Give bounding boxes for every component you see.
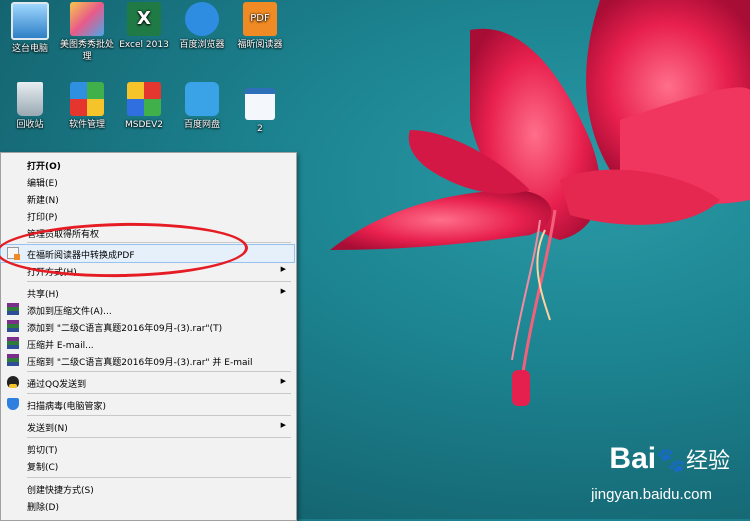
baidu-watermark: Bai🐾经验 (609, 442, 730, 476)
menu-item-print[interactable]: 打印(P) (1, 207, 294, 224)
menu-item-label: 打印(P) (27, 213, 58, 223)
desktop-icon-foxit[interactable]: PDF 福昕阅读器 (230, 2, 290, 51)
desktop-icon-msdev[interactable]: MSDEV2 (114, 82, 174, 131)
menu-item-send-qq[interactable]: 通过QQ发送到 ▶ (1, 374, 294, 391)
desktop-icon-recycle-bin[interactable]: 回收站 (0, 82, 60, 131)
menu-item-edit[interactable]: 编辑(E) (1, 173, 294, 190)
menu-separator (27, 477, 291, 478)
menu-item-scan-virus[interactable]: 扫描病毒(电脑管家) (1, 396, 294, 413)
menu-item-label: 复制(C) (27, 463, 59, 473)
menu-item-label: 压缩并 E-mail... (27, 341, 94, 351)
paw-icon: 🐾 (656, 447, 686, 474)
submenu-arrow-icon: ▶ (280, 287, 286, 295)
shield-icon (7, 398, 19, 410)
menu-item-delete[interactable]: 删除(D) (1, 497, 294, 514)
menu-item-new[interactable]: 新建(N) (1, 190, 294, 207)
context-menu: 打开(O) 编辑(E) 新建(N) 打印(P) 管理员取得所有权 在福昕阅读器中… (0, 152, 297, 521)
menu-item-label: 共享(H) (27, 290, 59, 300)
menu-item-label: 通过QQ发送到 (27, 380, 87, 390)
recycle-bin-icon (17, 82, 43, 116)
document-icon (245, 88, 275, 120)
menu-item-label: 压缩到 "二级C语言真题2016年09月-(3).rar" 并 E-mail (27, 358, 253, 368)
software-manager-icon (70, 82, 104, 116)
menu-item-label: 添加到 "二级C语言真题2016年09月-(3).rar"(T) (27, 324, 223, 334)
winrar-icon (7, 303, 19, 315)
meitu-icon (70, 2, 104, 36)
winrar-icon (7, 320, 19, 332)
watermark-brand: Bai (609, 442, 657, 475)
menu-item-label: 编辑(E) (27, 179, 58, 189)
menu-item-add-archive[interactable]: 添加到压缩文件(A)... (1, 301, 294, 318)
menu-item-label: 发送到(N) (27, 424, 68, 434)
menu-separator (27, 415, 291, 416)
foxit-reader-icon: PDF (243, 2, 277, 36)
menu-item-add-to-rar[interactable]: 添加到 "二级C语言真题2016年09月-(3).rar"(T) (1, 318, 294, 335)
menu-item-label: 创建快捷方式(S) (27, 486, 94, 496)
menu-item-share[interactable]: 共享(H) ▶ (1, 284, 294, 301)
menu-item-compress-email[interactable]: 压缩并 E-mail... (1, 335, 294, 352)
submenu-arrow-icon: ▶ (280, 377, 286, 385)
menu-item-cut[interactable]: 剪切(T) (1, 440, 294, 457)
watermark-url: jingyan.baidu.com (591, 486, 712, 503)
winrar-icon (7, 354, 19, 366)
excel-icon: X (127, 2, 161, 36)
watermark-brand-2: 经验 (685, 448, 730, 473)
menu-item-label: 删除(D) (27, 503, 59, 513)
menu-item-label: 新建(N) (27, 196, 59, 206)
menu-separator (27, 393, 291, 394)
desktop-icon-meitu[interactable]: 美图秀秀批处理 (57, 2, 117, 63)
desktop-icon-excel[interactable]: X Excel 2013 (114, 2, 174, 51)
winrar-icon (7, 337, 19, 349)
menu-item-create-shortcut[interactable]: 创建快捷方式(S) (1, 480, 294, 497)
menu-separator (27, 371, 291, 372)
menu-item-send-to[interactable]: 发送到(N) ▶ (1, 418, 294, 435)
qq-penguin-icon (7, 376, 19, 388)
desktop-icon-this-pc[interactable]: 这台电脑 (0, 2, 60, 55)
menu-item-label: 扫描病毒(电脑管家) (27, 402, 107, 412)
msdev-icon (127, 82, 161, 116)
menu-item-label: 剪切(T) (27, 446, 58, 456)
menu-separator (27, 281, 291, 282)
computer-icon (11, 2, 49, 40)
menu-item-open[interactable]: 打开(O) (1, 156, 294, 173)
desktop-icon-baidu-netdisk[interactable]: 百度网盘 (172, 82, 232, 131)
menu-item-label: 添加到压缩文件(A)... (27, 307, 112, 317)
desktop-icon-document-2[interactable]: 2 (230, 82, 290, 135)
baidu-netdisk-icon (185, 82, 219, 116)
menu-separator (27, 437, 291, 438)
menu-item-compress-rar-email[interactable]: 压缩到 "二级C语言真题2016年09月-(3).rar" 并 E-mail (1, 352, 294, 369)
baidu-browser-icon (185, 2, 219, 36)
submenu-arrow-icon: ▶ (280, 421, 286, 429)
desktop-icon-software-manager[interactable]: 软件管理 (57, 82, 117, 131)
desktop-icon-baidu-browser[interactable]: 百度浏览器 (172, 2, 232, 51)
submenu-arrow-icon: ▶ (280, 265, 286, 273)
menu-item-label: 打开(O) (27, 162, 61, 172)
menu-item-copy[interactable]: 复制(C) (1, 457, 294, 474)
